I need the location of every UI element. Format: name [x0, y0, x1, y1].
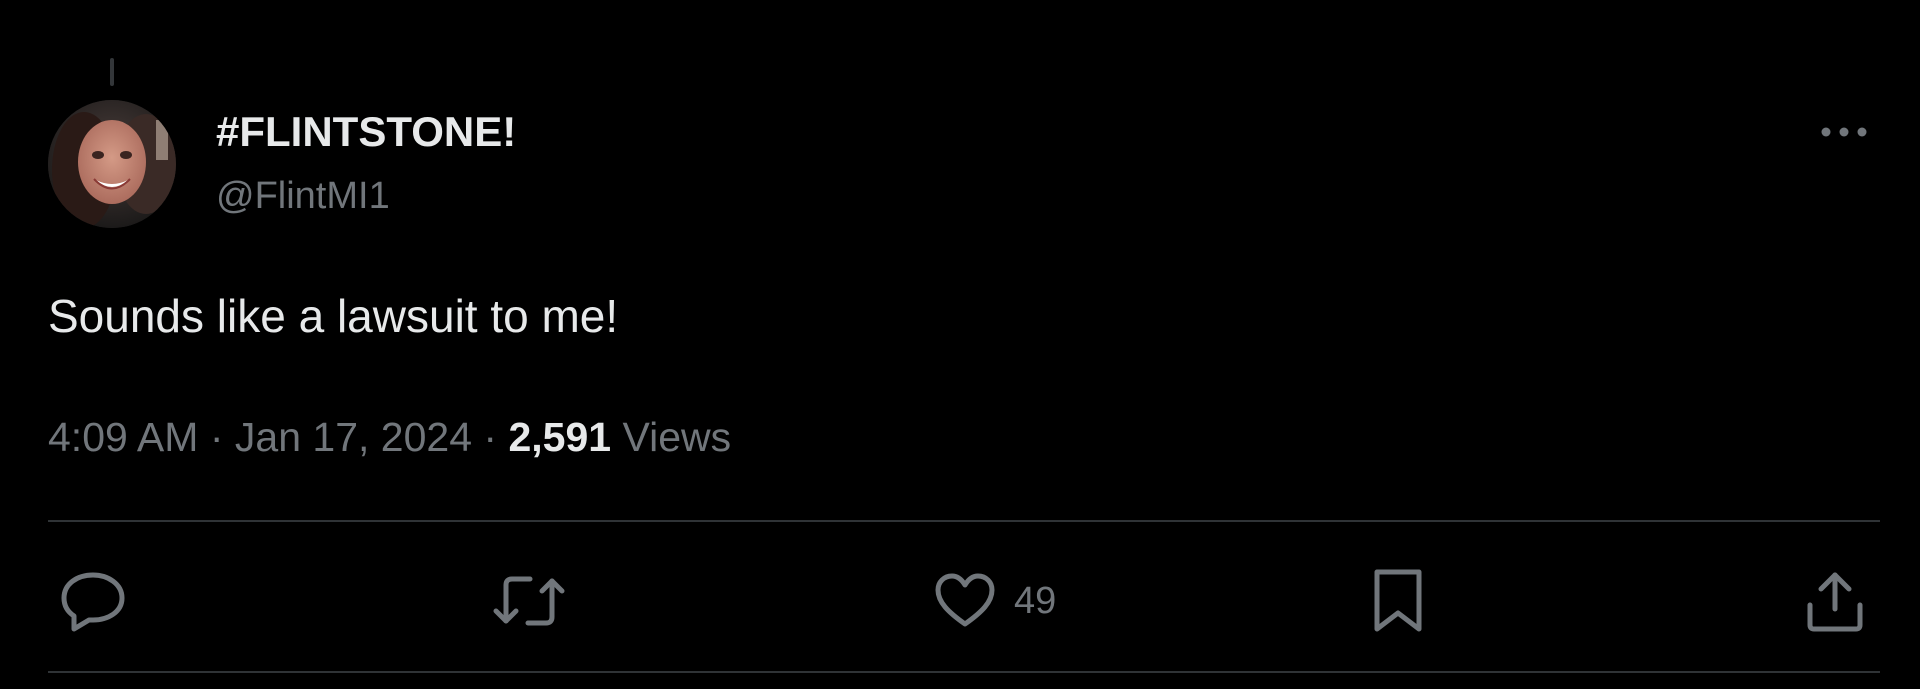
bookmark-button[interactable]	[1372, 566, 1424, 636]
retweet-button[interactable]	[492, 566, 566, 636]
share-button[interactable]	[1804, 566, 1866, 636]
views-label[interactable]: Views	[622, 414, 731, 460]
divider	[48, 520, 1880, 522]
more-options-button[interactable]	[1812, 112, 1876, 152]
more-horizontal-icon	[1821, 127, 1867, 137]
user-handle[interactable]: @FlintMI1	[216, 172, 390, 220]
divider	[48, 671, 1880, 673]
meta-separator: ·	[209, 414, 224, 460]
thread-connector-line	[110, 58, 114, 86]
tweet-meta: 4:09 AM · Jan 17, 2024 · 2,591 Views	[48, 412, 731, 462]
like-count: 49	[1014, 580, 1057, 622]
like-button[interactable]: 49	[934, 566, 1056, 636]
bookmark-icon	[1374, 569, 1422, 632]
heart-icon	[935, 573, 995, 627]
reply-button[interactable]	[60, 566, 130, 636]
share-icon	[1807, 572, 1863, 632]
tweet-date[interactable]: Jan 17, 2024	[235, 414, 472, 460]
tweet-time[interactable]: 4:09 AM	[48, 414, 198, 460]
avatar[interactable]	[48, 100, 176, 228]
retweet-icon	[493, 576, 565, 626]
display-name[interactable]: #FLINTSTONE!	[216, 106, 516, 158]
views-count[interactable]: 2,591	[508, 414, 611, 460]
reply-icon	[61, 572, 125, 632]
tweet-text: Sounds like a lawsuit to me!	[48, 290, 619, 342]
meta-separator: ·	[483, 414, 498, 460]
avatar-image	[48, 100, 176, 228]
